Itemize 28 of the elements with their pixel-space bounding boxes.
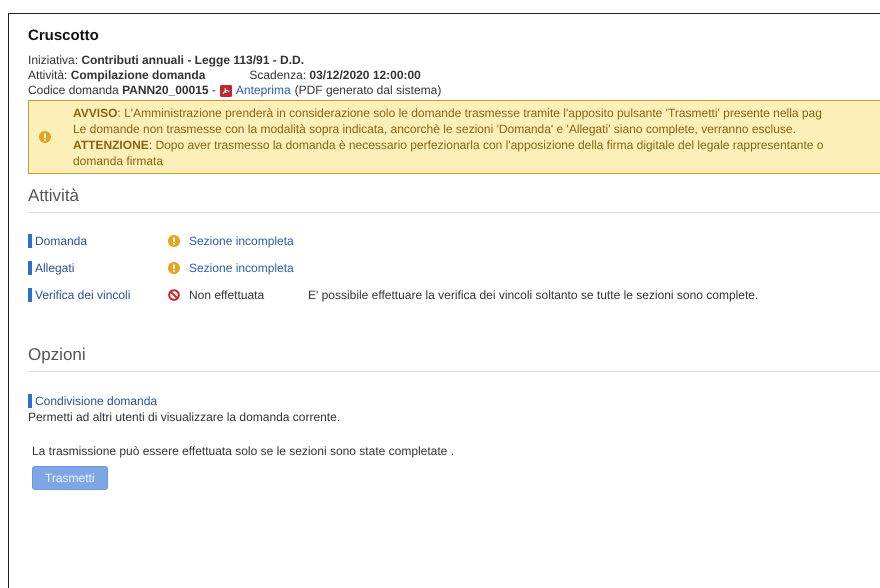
status-note: E' possibile effettuare la verifica dei vincoli soltanto se tutte le sezioni sono complete.	[308, 288, 760, 302]
pdf-icon	[220, 84, 232, 96]
application-code: Codice domanda PANN20_00015 -	[28, 83, 216, 98]
prohibited-icon	[168, 289, 180, 301]
page-title: Cruscotto	[28, 27, 100, 44]
section-link[interactable]: Domanda	[28, 234, 88, 248]
warning-icon	[168, 262, 180, 274]
preview-link[interactable]: Anteprima	[236, 83, 291, 98]
transmit-note: La trasmissione può essere effettuata solo se le sezioni sono state completate .	[32, 444, 454, 459]
warning-icon	[39, 131, 51, 143]
section-heading: Attività	[28, 174, 880, 213]
alert-text: ATTENZIONE: Dopo aver trasmesso la domanda è necessario perfezionarla con l'apposizione della firma digitale del legale rappresentante o	[73, 138, 824, 152]
activity-text: Attività: Compilazione domanda	[28, 68, 206, 83]
preview-note: (PDF generato dal sistema)	[294, 83, 442, 98]
warning-icon	[168, 235, 180, 247]
section-link[interactable]: Allegati	[28, 261, 74, 275]
status-link[interactable]: Sezione incompleta	[189, 234, 294, 248]
alert-text: Le domande non trasmesse con la modalità sopra indicata, ancorchè le sezioni 'Domanda' e 'Allegati' siano complete, verranno escluse.	[73, 122, 796, 136]
section-heading: Opzioni	[28, 333, 880, 372]
section-link[interactable]: Condivisione domanda	[28, 394, 158, 408]
status-link[interactable]: Sezione incompleta	[189, 261, 294, 275]
alert-text: AVVISO: L'Amministrazione prenderà in considerazione solo le domande trasmesse tramite l'apposito pulsante 'Trasmetti' presente nella pag	[73, 106, 822, 120]
share-description: Permetti ad altri utenti di visualizzare la domanda corrente.	[28, 410, 340, 425]
deadline-text: Scadenza: 03/12/2020 12:00:00	[249, 68, 421, 83]
status-text: Non effettuata	[189, 288, 264, 302]
section-link[interactable]: Verifica dei vincoli	[28, 288, 130, 302]
initiative-text: Iniziativa: Contributi annuali - Legge 113/91 - D.D.	[28, 53, 304, 68]
alert-text: domanda firmata	[73, 154, 164, 168]
